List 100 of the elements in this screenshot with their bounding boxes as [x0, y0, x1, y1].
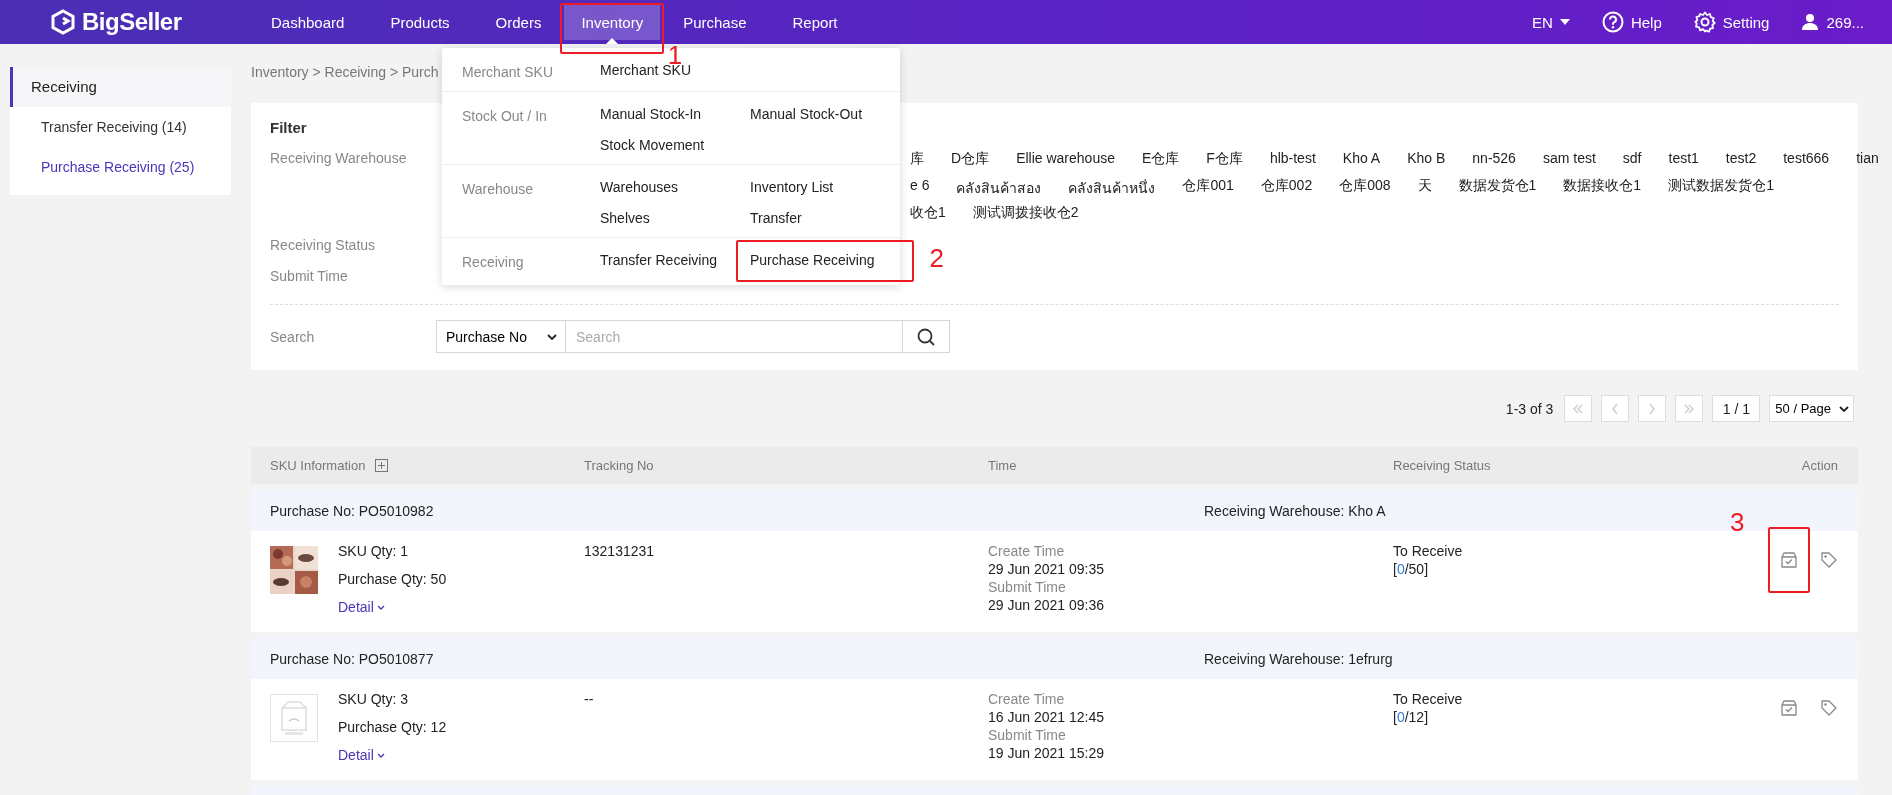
nav-tab[interactable]: Orders — [472, 0, 565, 44]
tag-icon[interactable] — [1820, 699, 1838, 717]
chevron-icon — [376, 604, 385, 610]
warehouse-option[interactable]: Kho A — [1342, 150, 1381, 167]
tracking-number: -- — [584, 691, 594, 707]
menu-item[interactable]: Inventory List — [750, 179, 834, 195]
menu-item[interactable]: Manual Stock-In — [600, 106, 702, 122]
logo-text: BigSeller — [82, 8, 182, 36]
warehouse-option[interactable]: e 6 — [910, 177, 930, 194]
sidebar-item[interactable]: Purchase Receiving (25) — [10, 147, 231, 187]
filter-title: Filter — [270, 119, 307, 136]
menu-item[interactable]: Transfer — [750, 210, 802, 226]
receive-icon[interactable] — [1780, 699, 1798, 717]
warehouse-option[interactable]: 收仓1 — [910, 204, 946, 221]
page-size-dropdown[interactable]: 50 / Page — [1769, 395, 1854, 422]
help-icon — [1601, 11, 1624, 33]
detail-link[interactable]: Detail — [338, 747, 447, 763]
field-label: Search — [270, 328, 316, 345]
warehouse-option[interactable]: 仓库008 — [1339, 177, 1391, 194]
column-header: SKU Information — [270, 458, 366, 473]
warehouse-option[interactable]: คลังสินค้าหนึ่ง — [1068, 177, 1156, 194]
warehouse-option[interactable]: 数据发货仓1 — [1458, 177, 1537, 194]
chevron-icon — [376, 752, 385, 758]
warehouse-option[interactable]: 天 — [1417, 177, 1432, 194]
menu-item[interactable]: Purchase Receiving — [750, 252, 875, 268]
search-type-dropdown[interactable]: Purchase No — [436, 320, 566, 353]
menu-group-label: Stock Out / In — [462, 107, 548, 126]
chevron-icon — [1839, 405, 1849, 412]
search-button[interactable] — [902, 320, 950, 353]
settings-icon — [1693, 11, 1716, 33]
warehouse-option[interactable]: 数据接收仓1 — [1563, 177, 1642, 194]
tag-icon[interactable] — [1820, 551, 1838, 569]
warehouse-name: Receiving Warehouse: Kho A — [1204, 502, 1386, 519]
warehouse-option[interactable]: คลังสินค้าสอง — [956, 177, 1042, 194]
nav-tab[interactable]: Dashboard — [248, 0, 368, 44]
column-header: Receiving Status — [1393, 458, 1491, 473]
warehouse-option[interactable]: Kho B — [1407, 150, 1446, 167]
field-label: Submit Time — [270, 268, 348, 284]
field-label: Receiving Warehouse — [270, 150, 407, 166]
no-image-icon — [270, 694, 318, 742]
detail-link[interactable]: Detail — [338, 599, 447, 615]
menu-item[interactable]: Stock Movement — [600, 137, 705, 153]
warehouse-option[interactable]: 仓库002 — [1260, 177, 1313, 194]
nav-tab[interactable]: Products — [367, 0, 473, 44]
settings-button[interactable]: Setting — [1693, 11, 1770, 33]
warehouse-option[interactable]: 测试调拨接收仓2 — [972, 204, 1079, 221]
create-time: 29 Jun 2021 09:35 — [988, 561, 1104, 577]
warehouse-option[interactable]: F仓库 — [1206, 150, 1243, 167]
language-button[interactable]: EN — [1532, 13, 1570, 31]
warehouse-option[interactable]: test2 — [1725, 150, 1757, 167]
user-button[interactable]: 269... — [1801, 13, 1864, 31]
double-chevron-right-icon — [1683, 403, 1696, 414]
warehouse-option[interactable]: 测试数据发货仓1 — [1668, 177, 1774, 194]
receiving-status: To Receive — [1393, 691, 1463, 707]
sku-quantity: SKU Qty: 3 — [338, 691, 410, 707]
receive-icon[interactable] — [1780, 551, 1798, 569]
warehouse-option[interactable]: 仓库001 — [1182, 177, 1234, 194]
create-time: 16 Jun 2021 12:45 — [988, 709, 1104, 725]
warehouse-option[interactable]: test666 — [1783, 150, 1830, 167]
warehouse-option[interactable]: test1 — [1668, 150, 1699, 167]
breadcrumb: Inventory > Receiving > Purch — [251, 63, 439, 82]
sku-quantity: SKU Qty: 1 — [338, 543, 410, 559]
purchase-quantity: Purchase Qty: 12 — [338, 719, 447, 735]
search-field[interactable]: Search — [566, 320, 902, 353]
step-number: 2 — [929, 245, 944, 271]
menu-group-label: Receiving — [462, 253, 525, 270]
menu-item[interactable]: Warehouses — [600, 179, 679, 195]
nav-tab[interactable]: Inventory — [564, 4, 661, 40]
menu-item[interactable]: Shelves — [600, 210, 650, 226]
warehouse-option[interactable]: sam test — [1542, 150, 1596, 167]
logo-icon — [50, 9, 76, 35]
time-label: Create Time — [988, 543, 1065, 559]
menu-group-label: Warehouse — [462, 180, 535, 199]
expand-icon[interactable] — [375, 459, 388, 472]
warehouse-option[interactable]: nn-526 — [1472, 150, 1516, 167]
warehouse-option[interactable]: 库 — [910, 150, 924, 167]
field-label: Receiving Status — [270, 237, 376, 253]
chevron-left-icon — [1611, 402, 1620, 415]
time-label: Submit Time — [988, 727, 1066, 743]
purchase-quantity: Purchase Qty: 50 — [338, 571, 447, 587]
warehouse-option[interactable]: E仓库 — [1141, 150, 1180, 167]
caret-icon — [1559, 19, 1570, 25]
nav-tab[interactable]: Report — [769, 0, 861, 44]
menu-item[interactable]: Transfer Receiving — [600, 252, 717, 268]
user-icon — [1801, 13, 1820, 31]
warehouse-option[interactable]: tian — [1856, 150, 1879, 167]
nav-tab[interactable]: Purchase — [660, 0, 770, 44]
menu-item[interactable]: Manual Stock-Out — [750, 106, 863, 122]
time-label: Create Time — [988, 691, 1065, 707]
sidebar-item[interactable]: Transfer Receiving (14) — [10, 107, 231, 147]
tracking-number: 132131231 — [584, 543, 655, 559]
highlight-frame — [1768, 527, 1810, 593]
sidebar-heading: Receiving — [10, 67, 231, 107]
page-field[interactable]: 1 / 1 — [1712, 395, 1761, 422]
help-button[interactable]: Help — [1601, 11, 1662, 33]
warehouse-option[interactable]: sdf — [1622, 150, 1642, 167]
warehouse-option[interactable]: D仓库 — [951, 150, 990, 167]
warehouse-option[interactable]: Ellie warehouse — [1016, 150, 1115, 167]
warehouse-option[interactable]: hlb-test — [1269, 150, 1316, 167]
receiving-status: To Receive — [1393, 543, 1463, 559]
